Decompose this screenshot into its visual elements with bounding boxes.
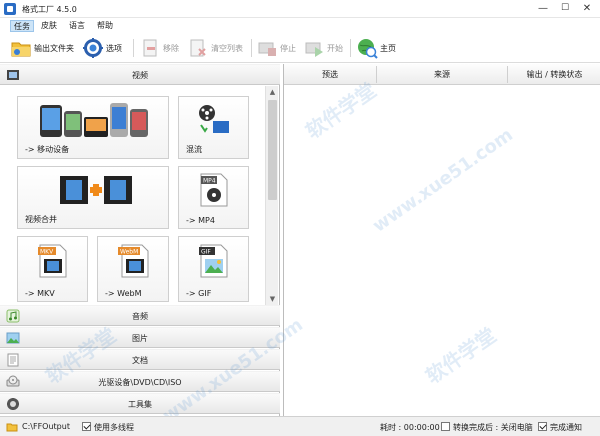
notify-option[interactable]: 完成通知: [538, 422, 582, 433]
home-label: 主页: [380, 43, 396, 53]
category-video-label: 视频: [132, 71, 148, 80]
task-list-panel: 预选 来源 输出 / 转换状态: [283, 64, 600, 416]
after-done-label: 转换完成后 : 关闭电脑: [453, 423, 533, 432]
scroll-up-icon[interactable]: ▲: [266, 86, 279, 98]
multithread-option[interactable]: 使用多线程: [82, 422, 134, 433]
start-button[interactable]: 开始: [303, 37, 343, 59]
category-document-label: 文档: [132, 356, 148, 365]
tile-gif-label: -> GIF: [186, 289, 212, 298]
scroll-down-icon[interactable]: ▼: [266, 293, 279, 305]
tile-video-join[interactable]: 视频合并: [17, 166, 169, 229]
after-done-option[interactable]: 转换完成后 : 关闭电脑: [441, 422, 533, 433]
mp4-file-icon: MP4: [200, 173, 228, 207]
start-icon: [303, 37, 325, 59]
tile-mkv-label: -> MKV: [25, 289, 55, 298]
column-preview[interactable]: 预选: [284, 69, 376, 80]
mkv-file-icon: MKV: [38, 244, 67, 278]
notify-label: 完成通知: [550, 423, 582, 432]
menu-skin[interactable]: 皮肤: [38, 20, 60, 32]
gif-badge-text: GIF: [201, 249, 211, 256]
tile-webm-label: -> WebM: [105, 289, 142, 298]
elapsed-time: 耗时 : 00:00:00: [380, 423, 440, 432]
folder-icon: [10, 37, 32, 59]
function-panel: 视频 -> 移动设备 混流 视频合并 MP4 -> MP4 MKV -> MKV…: [0, 64, 280, 416]
mobile-devices-icon: [40, 103, 148, 137]
menu-bar: 任务 皮肤 语言 帮助: [0, 18, 600, 33]
multithread-label: 使用多线程: [94, 423, 134, 432]
options-gear-icon: [82, 37, 104, 59]
stop-label: 停止: [280, 43, 296, 53]
menu-language[interactable]: 语言: [66, 20, 88, 32]
options-button[interactable]: 选项: [82, 37, 122, 59]
mp4-badge-text: MP4: [203, 178, 216, 185]
tile-mux[interactable]: 混流: [178, 96, 249, 159]
menu-help[interactable]: 帮助: [94, 20, 116, 32]
toolbar-separator: [350, 39, 351, 57]
notify-checkbox[interactable]: [538, 422, 547, 431]
mkv-badge-text: MKV: [40, 249, 54, 256]
after-done-checkbox[interactable]: [441, 422, 450, 431]
tile-mkv[interactable]: MKV -> MKV: [17, 236, 88, 302]
task-list-header: 预选 来源 输出 / 转换状态: [284, 64, 600, 85]
video-function-grid: -> 移动设备 混流 视频合并 MP4 -> MP4 MKV -> MKV We…: [0, 86, 265, 305]
home-globe-icon: [356, 37, 378, 59]
toolbar-separator: [133, 39, 134, 57]
app-logo-icon: [4, 3, 16, 15]
tile-mobile-devices-label: -> 移动设备: [25, 145, 70, 154]
tile-mp4[interactable]: MP4 -> MP4: [178, 166, 249, 229]
tile-mp4-label: -> MP4: [186, 216, 215, 225]
category-disc-label: 光驱设备\DVD\CD\ISO: [98, 378, 182, 387]
status-bar: C:\FFOutput 使用多线程 耗时 : 00:00:00 转换完成后 : …: [0, 416, 600, 436]
clear-list-button[interactable]: 清空列表: [187, 37, 243, 59]
category-video[interactable]: 视频: [0, 64, 280, 85]
output-folder-icon: [6, 423, 18, 432]
window-title: 格式工厂 4.5.0: [22, 5, 77, 14]
output-folder-button[interactable]: 输出文件夹: [10, 37, 74, 59]
stop-button[interactable]: 停止: [256, 37, 296, 59]
title-bar: 格式工厂 4.5.0 — ☐ ✕: [0, 0, 600, 18]
gif-file-icon: GIF: [199, 244, 228, 278]
grid-scrollbar[interactable]: ▲ ▼: [265, 86, 278, 305]
close-button[interactable]: ✕: [576, 1, 598, 16]
remove-icon: [139, 37, 161, 59]
column-source[interactable]: 来源: [377, 69, 507, 80]
webm-file-icon: WebM: [118, 244, 149, 278]
category-audio-label: 音频: [132, 312, 148, 321]
video-join-icon: [60, 176, 132, 204]
output-path[interactable]: C:\FFOutput: [22, 422, 70, 431]
toolbar: 输出文件夹 选项 移除 清空列表 停止 开始 主页: [0, 33, 600, 63]
webm-badge-text: WebM: [120, 249, 138, 256]
tile-webm[interactable]: WebM -> WebM: [97, 236, 169, 302]
category-image-label: 图片: [132, 334, 148, 343]
remove-button[interactable]: 移除: [139, 37, 179, 59]
column-output-status[interactable]: 输出 / 转换状态: [508, 69, 600, 80]
tile-video-join-label: 视频合并: [25, 215, 57, 224]
menu-task[interactable]: 任务: [10, 20, 34, 32]
category-document[interactable]: 文档: [0, 349, 280, 370]
category-tools-label: 工具集: [128, 400, 152, 409]
maximize-button[interactable]: ☐: [554, 1, 576, 16]
category-audio[interactable]: 音频: [0, 305, 280, 326]
toolbar-separator: [251, 39, 252, 57]
mux-icon: [199, 105, 229, 133]
home-button[interactable]: 主页: [356, 37, 396, 59]
category-tools[interactable]: 工具集: [0, 393, 280, 414]
tile-mobile-devices[interactable]: -> 移动设备: [17, 96, 169, 159]
clear-list-label: 清空列表: [211, 43, 243, 53]
tile-gif[interactable]: GIF -> GIF: [178, 236, 249, 302]
minimize-button[interactable]: —: [532, 1, 554, 16]
output-folder-label: 输出文件夹: [34, 43, 74, 53]
category-disc[interactable]: 光驱设备\DVD\CD\ISO: [0, 371, 280, 392]
stop-icon: [256, 37, 278, 59]
start-label: 开始: [327, 43, 343, 53]
scrollbar-thumb[interactable]: [268, 100, 277, 200]
clear-list-icon: [187, 37, 209, 59]
remove-label: 移除: [163, 43, 179, 53]
multithread-checkbox[interactable]: [82, 422, 91, 431]
category-image[interactable]: 图片: [0, 327, 280, 348]
tile-mux-label: 混流: [186, 145, 202, 154]
options-label: 选项: [106, 43, 122, 53]
